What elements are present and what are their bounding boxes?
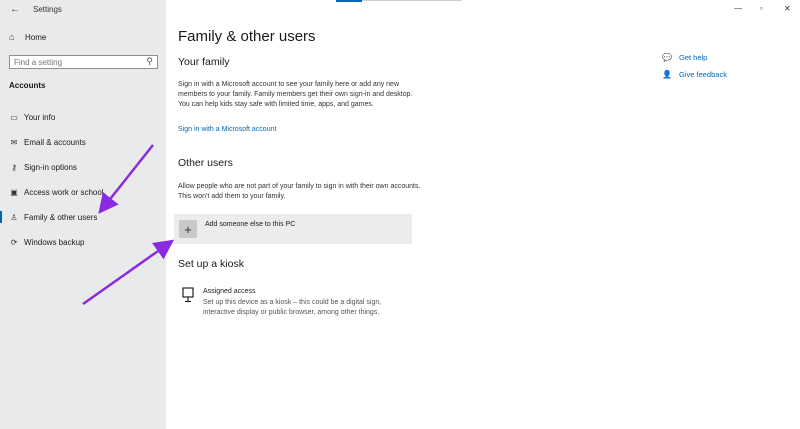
plus-icon: + xyxy=(179,220,197,238)
get-help-label: Get help xyxy=(679,53,708,62)
sidebar-item-label: Email & accounts xyxy=(24,137,86,147)
page-title: Family & other users xyxy=(178,28,316,45)
key-icon: ⚷ xyxy=(11,162,17,172)
person-add-icon: ♙ xyxy=(10,212,18,222)
other-users-heading: Other users xyxy=(178,157,233,169)
home-nav[interactable]: ⌂ Home xyxy=(9,32,46,42)
feedback-icon: 👤 xyxy=(662,70,672,79)
sidebar-item-your-info[interactable]: ▭ Your info xyxy=(0,107,166,127)
sidebar-item-email-accounts[interactable]: ✉ Email & accounts xyxy=(0,132,166,152)
assigned-access-link[interactable]: Assigned access xyxy=(203,288,256,295)
sidebar-item-windows-backup[interactable]: ⟳ Windows backup xyxy=(0,232,166,252)
tab-accent xyxy=(336,0,362,2)
home-label: Home xyxy=(25,32,47,42)
add-someone-label: Add someone else to this PC xyxy=(205,221,296,228)
search-input[interactable] xyxy=(10,57,142,67)
monitor-icon xyxy=(182,287,194,303)
close-button[interactable]: ✕ xyxy=(784,4,791,13)
sidebar-item-sign-in-options[interactable]: ⚷ Sign-in options xyxy=(0,157,166,177)
microsoft-signin-link[interactable]: Sign in with a Microsoft account xyxy=(178,126,276,133)
search-box[interactable]: ⚲ xyxy=(9,55,158,69)
maximize-button[interactable]: ▫ xyxy=(760,4,763,13)
sidebar-item-family-other-users[interactable]: ♙ Family & other users xyxy=(0,207,166,227)
mail-icon: ✉ xyxy=(10,137,18,147)
sidebar: ← Settings ⌂ Home ⚲ Accounts ▭ Your info… xyxy=(0,0,166,429)
get-help-link[interactable]: 💬 Get help xyxy=(662,53,707,62)
add-someone-button[interactable]: + Add someone else to this PC xyxy=(174,214,412,244)
kiosk-heading: Set up a kiosk xyxy=(178,258,244,270)
person-card-icon: ▭ xyxy=(10,112,18,122)
app-title: Settings xyxy=(33,5,62,14)
briefcase-icon: ▣ xyxy=(10,187,18,197)
sidebar-item-label: Sign-in options xyxy=(24,162,77,172)
sidebar-item-access-work[interactable]: ▣ Access work or school xyxy=(0,182,166,202)
your-family-heading: Your family xyxy=(178,56,230,68)
sidebar-item-label: Your info xyxy=(24,112,56,122)
sidebar-item-label: Family & other users xyxy=(24,212,98,222)
section-title: Accounts xyxy=(9,81,46,90)
other-users-description: Allow people who are not part of your fa… xyxy=(178,183,421,200)
help-chat-icon: 💬 xyxy=(662,53,672,62)
home-icon: ⌂ xyxy=(9,32,15,42)
active-indicator xyxy=(0,211,2,223)
minimize-button[interactable]: — xyxy=(734,4,742,13)
your-family-description: Sign in with a Microsoft account to see … xyxy=(178,81,413,108)
sidebar-item-label: Windows backup xyxy=(24,237,85,247)
sync-icon: ⟳ xyxy=(10,237,18,247)
tab-divider xyxy=(362,0,462,1)
search-icon[interactable]: ⚲ xyxy=(146,56,153,67)
assigned-access-description: Set up this device as a kiosk – this cou… xyxy=(203,299,382,316)
sidebar-item-label: Access work or school xyxy=(24,187,104,197)
give-feedback-link[interactable]: 👤 Give feedback xyxy=(662,70,727,79)
give-feedback-label: Give feedback xyxy=(679,70,727,79)
back-arrow-icon[interactable]: ← xyxy=(10,4,20,15)
